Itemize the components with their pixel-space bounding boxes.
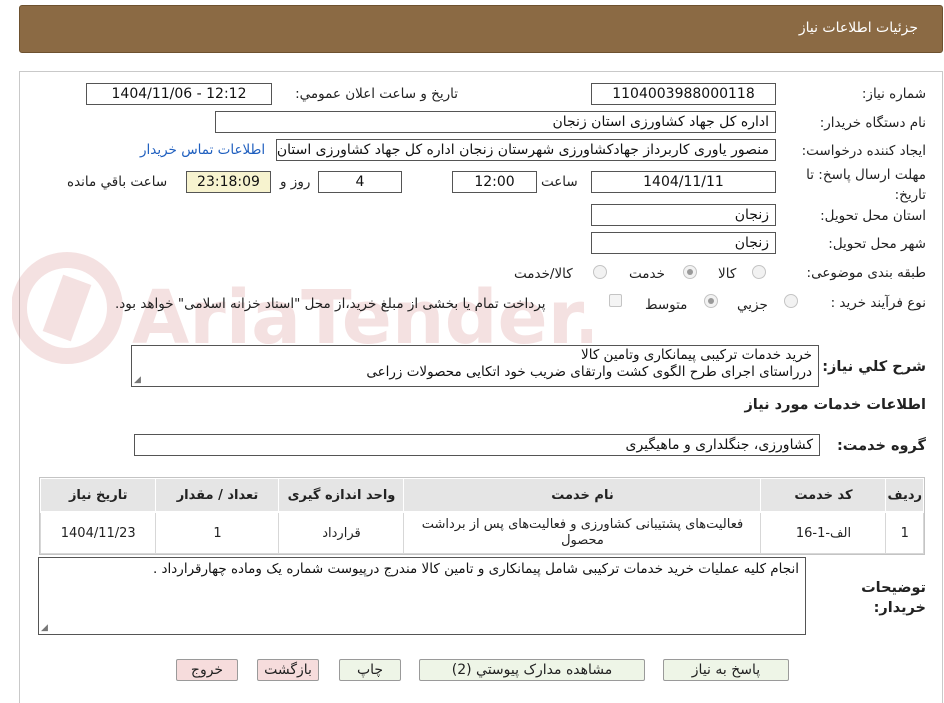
back-button[interactable]: بازگشت (257, 659, 319, 681)
col-unit: واحد اندازه گیری (278, 478, 405, 513)
services-section-title: اطلاعات خدمات مورد نیاز (744, 397, 926, 413)
province-field: زنجان (591, 204, 776, 226)
province-label: استان محل تحویل: (820, 208, 926, 224)
announce-date-label: تاریخ و ساعت اعلان عمومي: (295, 86, 458, 102)
page-header: جزئیات اطلاعات نیاز (19, 5, 943, 53)
deadline-label: مهلت ارسال پاسخ: تا تاریخ: (806, 167, 926, 203)
col-row: ردیف (885, 478, 924, 513)
service-group-label: گروه خدمت: (836, 438, 926, 454)
col-qty: تعداد / مقدار (155, 478, 280, 513)
summary-textarea: خرید خدمات ترکیبی پیمانکاری وتامین کالا … (131, 345, 819, 387)
category-label: طبقه بندی موضوعی: (806, 265, 926, 281)
category-option-service: خدمت (629, 266, 665, 282)
process-option-medium: متوسط (645, 297, 688, 313)
deadline-time-label: ساعت (541, 174, 578, 190)
category-option-goods-service: کالا/خدمت (514, 266, 573, 282)
services-table-header: ردیف کد خدمت نام خدمت واحد اندازه گیری ت… (39, 478, 924, 513)
buyer-notes-text: انجام کلیه عملیات خرید خدمات ترکیبی شامل… (152, 561, 799, 577)
buyer-field: اداره کل جهاد کشاورزی استان زنجان (215, 111, 776, 133)
process-option-minor: جزيي (737, 297, 768, 313)
category-radio-goods[interactable] (752, 265, 766, 279)
cell-row: 1 (885, 511, 924, 554)
remaining-time-label: ساعت باقي مانده (67, 174, 168, 190)
deadline-date-field: 1404/11/11 (591, 171, 776, 193)
announce-date-field: 1404/11/06 - 12:12 (86, 83, 272, 105)
need-number-label: شماره نیاز: (861, 86, 926, 102)
summary-line-2: درراستای اجرای طرح الگوی کشت وارتقای ضری… (366, 364, 812, 380)
service-group-field: کشاورزی، جنگلداری و ماهیگیری (134, 434, 820, 456)
resize-grip-icon[interactable]: ◢ (41, 624, 49, 633)
buyer-notes-label: توضیحات خریدار: (861, 580, 926, 616)
city-field: زنجان (591, 232, 776, 254)
col-name: نام خدمت (403, 478, 762, 513)
category-radio-service[interactable] (683, 265, 697, 279)
cell-date: 1404/11/23 (39, 511, 157, 554)
col-code: کد خدمت (760, 478, 887, 513)
buyer-label: نام دستگاه خریدار: (819, 115, 926, 131)
need-number-field: 1104003988000118 (591, 83, 776, 105)
city-label: شهر محل تحویل: (828, 236, 926, 252)
col-date: تاریخ نیاز (39, 478, 157, 513)
deadline-time-field: 12:00 (452, 171, 537, 193)
buyer-notes-textarea: انجام کلیه عملیات خرید خدمات ترکیبی شامل… (38, 557, 806, 635)
creator-label: ایجاد کننده درخواست: (801, 143, 926, 159)
summary-line-1: خرید خدمات ترکیبی پیمانکاری وتامین کالا (581, 347, 812, 363)
exit-button[interactable]: خروج (176, 659, 238, 681)
cell-name: فعالیت‌های پشتیبانی کشاورزی و فعالیت‌های… (403, 511, 762, 554)
process-radio-minor[interactable] (784, 294, 798, 308)
process-label: نوع فرآیند خرید : (830, 295, 926, 311)
treasury-payment-note: پرداخت تمام یا بخشی از مبلغ خرید،از محل … (115, 296, 546, 312)
remaining-time-field: 23:18:09 (186, 171, 271, 193)
view-attachments-button[interactable]: مشاهده مدارک پیوستي (2) (419, 659, 645, 681)
resize-grip-icon[interactable]: ◢ (134, 376, 142, 385)
services-table: ردیف کد خدمت نام خدمت واحد اندازه گیری ت… (39, 477, 925, 555)
buyer-contact-link[interactable]: اطلاعات تماس خریدار (140, 142, 265, 158)
treasury-checkbox[interactable] (609, 294, 622, 307)
process-radio-medium[interactable] (704, 294, 718, 308)
table-row: 1 الف-1-16 فعالیت‌های پشتیبانی کشاورزی و… (39, 511, 924, 554)
summary-label: شرح کلي نیاز: (822, 359, 926, 375)
category-radio-goods-service[interactable] (593, 265, 607, 279)
category-option-goods: کالا (718, 266, 737, 282)
remaining-days-field: 4 (318, 171, 402, 193)
reply-button[interactable]: پاسخ به نیاز (663, 659, 789, 681)
print-button[interactable]: چاپ (339, 659, 401, 681)
cell-code: الف-1-16 (760, 511, 887, 554)
creator-field: منصور یاوری کاربرداز جهادکشاورزی شهرستان… (276, 139, 776, 161)
cell-unit: قرارداد (278, 511, 405, 554)
page-title: جزئیات اطلاعات نیاز (798, 20, 918, 36)
cell-qty: 1 (155, 511, 280, 554)
days-label: روز و (280, 174, 311, 190)
